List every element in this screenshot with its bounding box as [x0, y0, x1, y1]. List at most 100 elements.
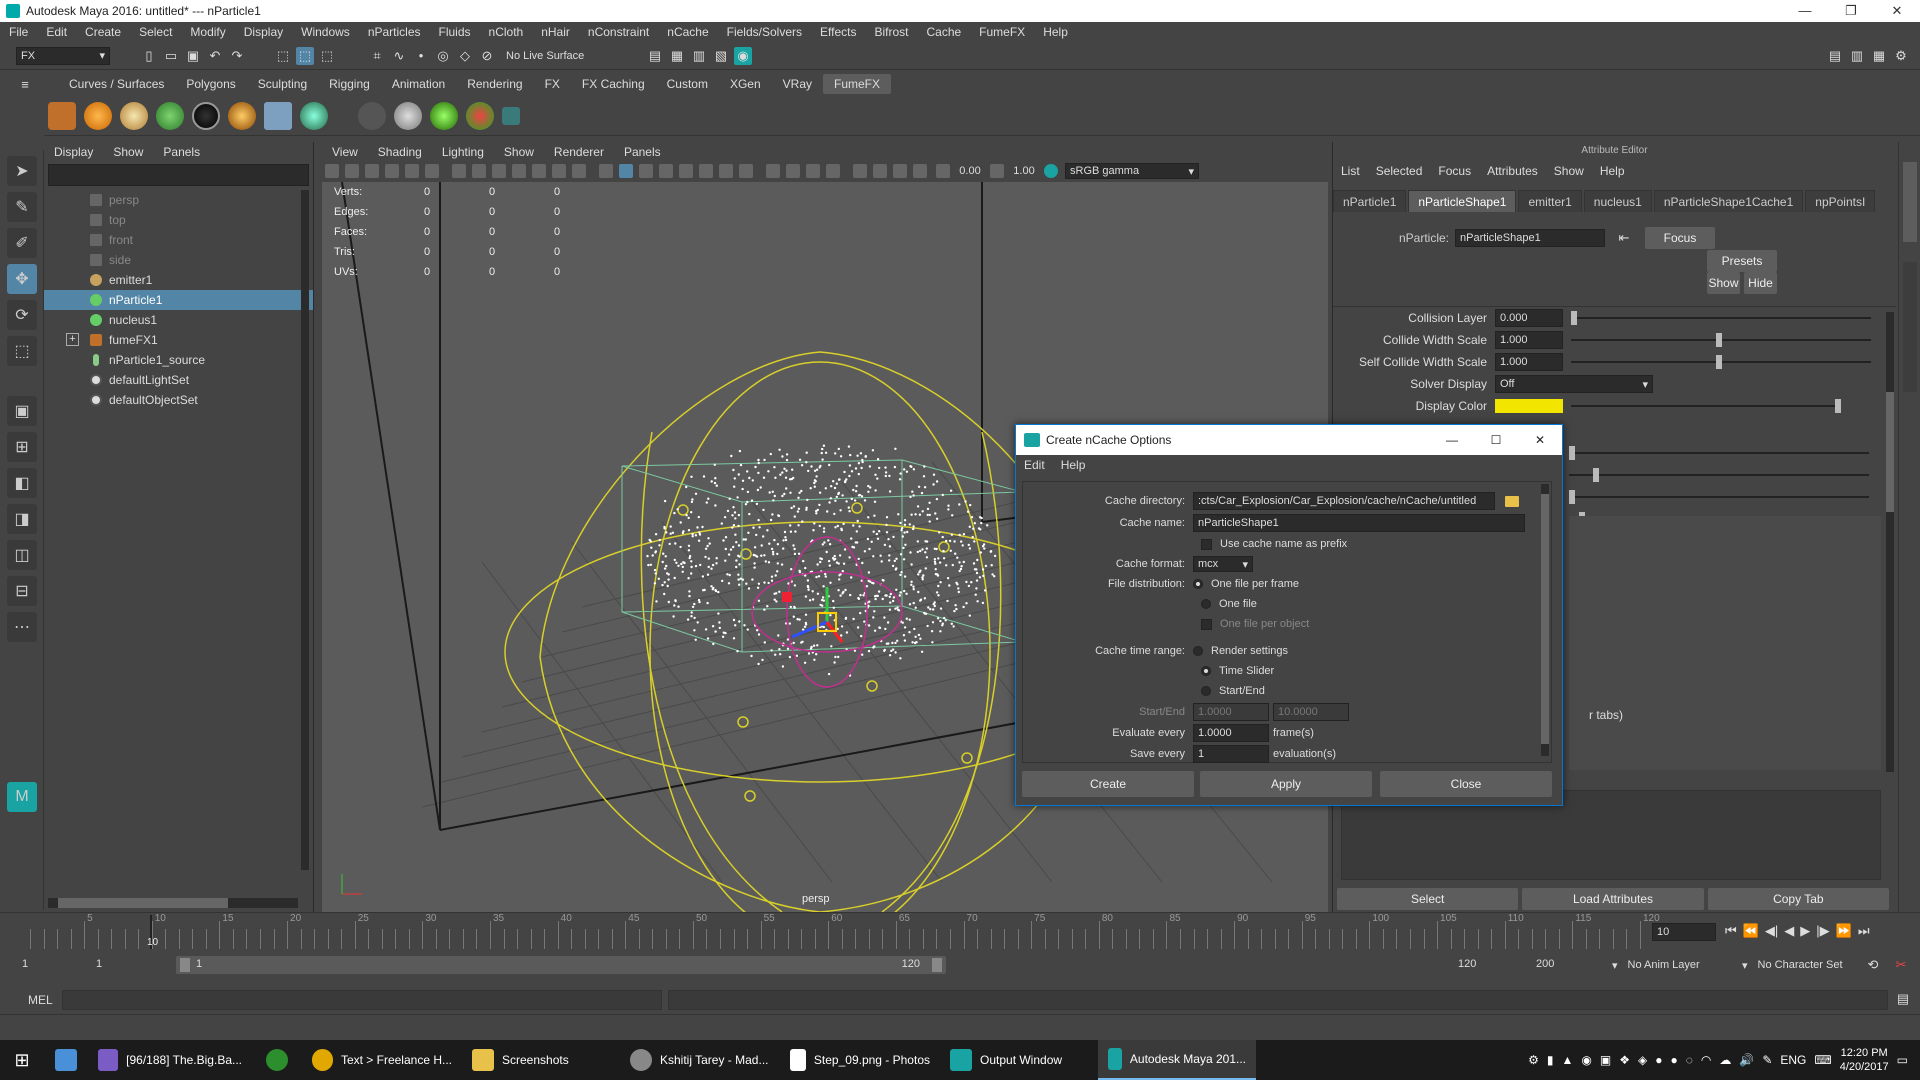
snap-grid-icon[interactable]: ⌗ — [368, 47, 386, 65]
language-indicator[interactable]: ENG — [1780, 1053, 1806, 1067]
time-slider-radio[interactable] — [1201, 666, 1211, 676]
copy-tab-button[interactable]: Copy Tab — [1707, 888, 1889, 910]
scrollbar-thumb[interactable] — [1541, 494, 1549, 744]
evaluate-every-field[interactable]: 1.0000 — [1193, 724, 1269, 742]
grease-pencil-icon[interactable] — [425, 164, 439, 178]
snap-curve-icon[interactable]: ∿ — [390, 47, 408, 65]
smooth-shade-icon[interactable] — [619, 164, 633, 178]
tray-chrome-icon[interactable]: ◉ — [1581, 1053, 1591, 1067]
dialog-close-button[interactable]: ✕ — [1518, 433, 1562, 447]
shadows-icon[interactable] — [739, 164, 753, 178]
outliner-item-persp[interactable]: persp — [44, 190, 313, 210]
load-attributes-button[interactable]: Load Attributes — [1522, 888, 1704, 910]
shelf-tab-fx[interactable]: FX — [534, 74, 571, 94]
wireframe-icon[interactable] — [599, 164, 613, 178]
select-hierarchy-icon[interactable]: ⬚ — [274, 47, 292, 65]
command-language-label[interactable]: MEL — [28, 993, 53, 1007]
fumefx-nodes-icon[interactable] — [466, 101, 494, 130]
outliner-item-top[interactable]: top — [44, 210, 313, 230]
channel-box-icon[interactable]: ▦ — [1870, 47, 1888, 65]
fumefx-wavelet-icon[interactable] — [300, 101, 328, 130]
rotate-tool-icon[interactable]: ⟳ — [7, 300, 37, 330]
viewport-menu-shading[interactable]: Shading — [368, 145, 432, 159]
menu-file[interactable]: File — [0, 25, 37, 39]
outliner-item-nparticle1[interactable]: nParticle1 — [44, 290, 313, 310]
dialog-menu-edit[interactable]: Edit — [1016, 458, 1053, 472]
render-settings-radio[interactable] — [1193, 646, 1203, 656]
fumefx-cache-icon[interactable] — [264, 101, 292, 130]
shelf-tab-fx-caching[interactable]: FX Caching — [571, 74, 656, 94]
viewport-menu-renderer[interactable]: Renderer — [544, 145, 614, 159]
outliner-menu-display[interactable]: Display — [44, 145, 103, 159]
move-tool-icon[interactable]: ✥ — [7, 264, 37, 294]
wireframe-on-shaded-icon[interactable] — [639, 164, 653, 178]
fumefx-particles-icon[interactable] — [430, 101, 458, 130]
shelf-tab-animation[interactable]: Animation — [381, 74, 456, 94]
taskbar-item-maya-user[interactable]: Kshitij Tarey - Mad... — [620, 1040, 780, 1080]
slider-knob[interactable] — [1716, 333, 1722, 347]
more-layouts-icon[interactable]: ⋯ — [7, 612, 37, 642]
menuset-dropdown[interactable]: FX ▾ — [16, 46, 110, 65]
playback-start-field[interactable]: 1 — [92, 956, 158, 974]
use-prefix-checkbox[interactable] — [1201, 538, 1212, 550]
fumefx-render-icon[interactable] — [358, 101, 386, 130]
gamma-value[interactable]: 1.00 — [1007, 165, 1041, 177]
close-dialog-button[interactable]: Close — [1380, 771, 1552, 797]
fumefx-logo-icon[interactable] — [48, 101, 76, 130]
dialog-menu-help[interactable]: Help — [1053, 458, 1094, 472]
solver-display-dropdown[interactable]: Off ▾ — [1495, 375, 1653, 393]
animation-prefs-icon[interactable]: ✂ — [1892, 956, 1910, 974]
dialog-scrollbar[interactable] — [1541, 484, 1549, 756]
toggle-panel-icon[interactable]: ▥ — [1848, 47, 1866, 65]
exposure-icon[interactable] — [936, 164, 950, 178]
play-backward-icon[interactable]: ◀ — [1784, 923, 1794, 939]
tray-whatsapp-icon[interactable]: ● — [1655, 1053, 1662, 1067]
menu-ncache[interactable]: nCache — [658, 25, 717, 39]
gate-mask-icon[interactable] — [512, 164, 526, 178]
select-button[interactable]: Select — [1337, 888, 1519, 910]
menu-create[interactable]: Create — [76, 25, 130, 39]
tray-settings-icon[interactable]: ⚙ — [1528, 1053, 1539, 1067]
outliner-item-nucleus1[interactable]: nucleus1 — [44, 310, 313, 330]
snap-live-icon[interactable]: ⊘ — [478, 47, 496, 65]
anti-alias-icon[interactable] — [806, 164, 820, 178]
attr-menu-list[interactable]: List — [1333, 164, 1368, 178]
go-to-start-icon[interactable]: ⏮ — [1725, 923, 1737, 939]
one-file-radio[interactable] — [1201, 599, 1211, 609]
menu-cache[interactable]: Cache — [917, 25, 970, 39]
presets-button[interactable]: Presets — [1707, 250, 1777, 272]
play-forward-icon[interactable]: ▶ — [1800, 923, 1810, 939]
tray-dropbox-icon[interactable]: ❖ — [1619, 1053, 1630, 1067]
grid-icon[interactable] — [452, 164, 466, 178]
menu-nparticles[interactable]: nParticles — [359, 25, 430, 39]
select-object-icon[interactable]: ⬚ — [296, 46, 314, 65]
ipr-render-icon[interactable]: ▥ — [690, 47, 708, 65]
shelf-tab-vray[interactable]: VRay — [772, 74, 823, 94]
film-gate-icon[interactable] — [472, 164, 486, 178]
maximize-button[interactable]: ❐ — [1828, 3, 1874, 19]
attr-tab-nparticle1[interactable]: nParticle1 — [1333, 190, 1407, 212]
tray-wifi-icon[interactable]: ◠ — [1701, 1053, 1711, 1067]
taskbar-item-maya[interactable]: Autodesk Maya 201... — [1098, 1040, 1256, 1080]
menu-display[interactable]: Display — [235, 25, 292, 39]
start-field[interactable]: 1.0000 — [1193, 703, 1269, 721]
live-surface-field[interactable]: No Live Surface — [502, 46, 606, 65]
menu-windows[interactable]: Windows — [292, 25, 359, 39]
menu-nconstraint[interactable]: nConstraint — [579, 25, 658, 39]
2d-pan-icon[interactable] — [405, 164, 419, 178]
cache-format-dropdown[interactable]: mcx ▾ — [1193, 556, 1253, 572]
folder-icon[interactable] — [1505, 495, 1519, 507]
scrollbar-thumb[interactable] — [58, 898, 228, 908]
open-scene-icon[interactable]: ▭ — [162, 47, 180, 65]
viewport-menu-panels[interactable]: Panels — [614, 145, 671, 159]
layout-2-icon[interactable]: ⊟ — [7, 576, 37, 606]
undo-icon[interactable]: ↶ — [206, 47, 224, 65]
menu-nhair[interactable]: nHair — [532, 25, 579, 39]
screen-space-ao-icon[interactable] — [766, 164, 780, 178]
outliner-h-scrollbar[interactable] — [48, 898, 298, 908]
shelf-tab-fumefx[interactable]: FumeFX — [823, 74, 892, 94]
xray-icon[interactable] — [659, 164, 673, 178]
menu-bifrost[interactable]: Bifrost — [865, 25, 917, 39]
step-forward-key-icon[interactable]: ⏩ — [1836, 923, 1852, 939]
frame-selection-icon[interactable] — [913, 164, 927, 178]
